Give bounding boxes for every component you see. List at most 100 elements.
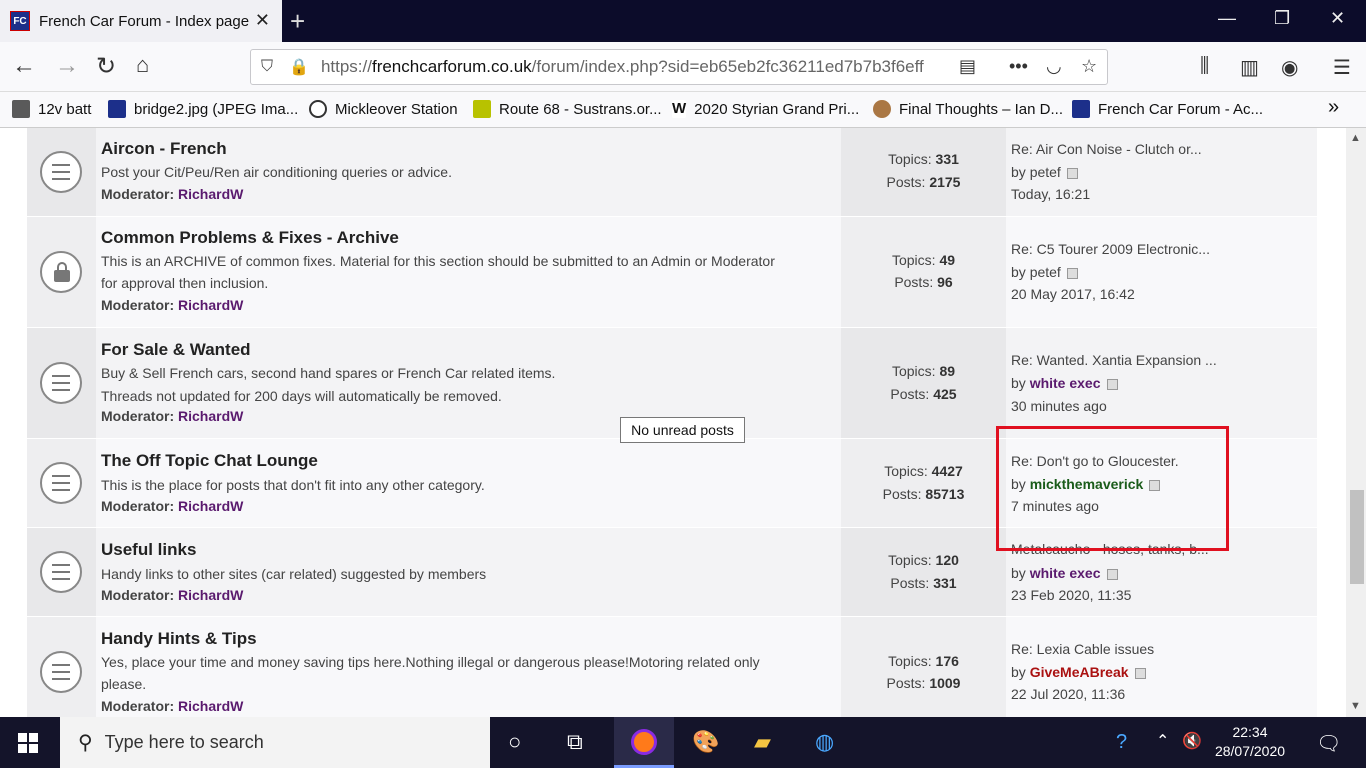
- browser-app-icon[interactable]: ◍: [815, 729, 834, 755]
- back-icon[interactable]: ←: [12, 52, 36, 80]
- reader-view-icon[interactable]: ▤: [959, 56, 976, 77]
- forum-read-icon: [40, 651, 82, 693]
- forum-favicon-icon: [108, 100, 126, 118]
- forum-moderator: Moderator: RichardW: [101, 587, 244, 603]
- moderator-link[interactable]: RichardW: [178, 587, 243, 603]
- bookmark-item[interactable]: Mickleover Station: [309, 100, 458, 118]
- page-scrollbar[interactable]: ▲ ▼: [1346, 128, 1366, 717]
- cortana-icon[interactable]: ○: [508, 729, 521, 755]
- view-latest-post-icon[interactable]: [1134, 667, 1146, 679]
- topics-count: Topics: 176: [888, 653, 959, 669]
- taskbar-clock[interactable]: 22:34 28/07/2020: [1210, 723, 1290, 761]
- scrollbar-thumb[interactable]: [1350, 490, 1364, 584]
- windows-start-icon[interactable]: [18, 733, 38, 753]
- forum-locked-icon: [40, 251, 82, 293]
- user-link[interactable]: white exec: [1030, 375, 1101, 391]
- bookmark-item[interactable]: W 2020 Styrian Grand Pri...: [672, 100, 859, 118]
- bookmark-item[interactable]: Final Thoughts – Ian D...: [873, 100, 1063, 118]
- scroll-up-icon[interactable]: ▲: [1350, 132, 1361, 144]
- bookmark-star-icon[interactable]: ☆: [1081, 56, 1097, 77]
- moderator-link[interactable]: RichardW: [178, 297, 243, 313]
- moderator-link[interactable]: RichardW: [178, 498, 243, 514]
- window-close-icon[interactable]: ✕: [1330, 8, 1345, 29]
- posts-count: Posts: 331: [890, 575, 957, 591]
- volume-muted-icon[interactable]: 🔇: [1182, 731, 1202, 751]
- user-link[interactable]: GiveMeABreak: [1030, 664, 1129, 680]
- last-post-time: 23 Feb 2020, 11:35: [1011, 587, 1132, 603]
- moderator-link[interactable]: RichardW: [178, 186, 243, 202]
- tray-chevron-icon[interactable]: ⌃: [1156, 731, 1169, 751]
- view-latest-post-icon[interactable]: [1066, 167, 1078, 179]
- forum-favicon-icon: FC: [10, 11, 30, 31]
- taskbar-firefox[interactable]: [614, 717, 674, 768]
- sustrans-icon: [473, 100, 491, 118]
- forward-icon[interactable]: →: [55, 52, 79, 80]
- forum-title-link[interactable]: Useful links: [101, 540, 196, 560]
- bookmark-item[interactable]: Route 68 - Sustrans.or...: [473, 100, 662, 118]
- browser-tab[interactable]: FC French Car Forum - Index page ✕: [0, 0, 282, 42]
- lock-icon[interactable]: 🔒: [289, 57, 309, 77]
- minimize-icon[interactable]: —: [1218, 8, 1236, 29]
- posts-count: Posts: 96: [894, 274, 953, 290]
- forum-title-link[interactable]: The Off Topic Chat Lounge: [101, 451, 318, 471]
- forum-description: Buy & Sell French cars, second hand spar…: [101, 365, 556, 381]
- fuel-pump-icon: [12, 100, 30, 118]
- windows-taskbar: ⚲ Type here to search ○ ⧉ 🎨 ▰ ◍ ? ⌃ 🔇 22…: [0, 717, 1366, 768]
- forum-title-link[interactable]: For Sale & Wanted: [101, 340, 251, 360]
- forum-read-icon: [40, 462, 82, 504]
- moderator-link[interactable]: RichardW: [178, 408, 243, 424]
- paint-icon[interactable]: 🎨: [692, 729, 719, 755]
- last-post-subject[interactable]: Re: Wanted. Xantia Expansion ...: [1011, 352, 1217, 368]
- forum-title-link[interactable]: Common Problems & Fixes - Archive: [101, 228, 399, 248]
- task-view-icon[interactable]: ⧉: [567, 729, 583, 755]
- restore-icon[interactable]: ❐: [1274, 8, 1290, 29]
- page-actions-icon[interactable]: •••: [1009, 56, 1028, 77]
- view-latest-post-icon[interactable]: [1106, 568, 1118, 580]
- help-icon[interactable]: ?: [1116, 731, 1127, 754]
- forum-favicon-icon: [1072, 100, 1090, 118]
- bookmark-item[interactable]: bridge2.jpg (JPEG Ima...: [108, 100, 298, 118]
- search-icon: ⚲: [78, 732, 93, 754]
- posts-count: Posts: 2175: [886, 174, 961, 190]
- bookmarks-bar: 12v batt bridge2.jpg (JPEG Ima... Mickle…: [0, 92, 1366, 128]
- user-link[interactable]: petef: [1030, 264, 1061, 280]
- last-post-subject[interactable]: Re: C5 Tourer 2009 Electronic...: [1011, 241, 1210, 257]
- bookmarks-overflow-icon[interactable]: »: [1328, 96, 1339, 119]
- account-icon[interactable]: ◉: [1281, 55, 1298, 80]
- sidebar-icon[interactable]: ▥: [1240, 55, 1259, 80]
- pocket-icon[interactable]: ◡: [1046, 56, 1062, 77]
- bookmark-item[interactable]: 12v batt: [12, 100, 91, 118]
- home-icon[interactable]: ⌂: [136, 52, 149, 78]
- forum-title-link[interactable]: Handy Hints & Tips: [101, 629, 257, 649]
- tab-close-icon[interactable]: ✕: [255, 10, 270, 31]
- moderator-link[interactable]: RichardW: [178, 698, 243, 714]
- wikipedia-icon: W: [672, 100, 687, 118]
- forum-moderator: Moderator: RichardW: [101, 186, 244, 202]
- forum-description: This is the place for posts that don't f…: [101, 477, 485, 493]
- library-icon[interactable]: ⫼: [1200, 55, 1209, 78]
- url-text[interactable]: https://frenchcarforum.co.uk/forum/index…: [321, 57, 941, 77]
- last-post-author: by petef: [1011, 164, 1078, 180]
- file-explorer-icon[interactable]: ▰: [754, 729, 771, 755]
- last-post-subject[interactable]: Re: Lexia Cable issues: [1011, 641, 1154, 657]
- bookmark-item[interactable]: French Car Forum - Ac...: [1072, 100, 1263, 118]
- notifications-icon[interactable]: 🗨: [1316, 731, 1341, 756]
- scroll-down-icon[interactable]: ▼: [1350, 700, 1361, 712]
- view-latest-post-icon[interactable]: [1066, 267, 1078, 279]
- new-tab-icon[interactable]: +: [290, 6, 305, 37]
- last-post-subject[interactable]: Re: Air Con Noise - Clutch or...: [1011, 141, 1202, 157]
- forum-title-link[interactable]: Aircon - French: [101, 139, 227, 159]
- forum-read-icon: [40, 362, 82, 404]
- taskbar-search-box[interactable]: ⚲ Type here to search: [60, 717, 490, 768]
- forum-description: Post your Cit/Peu/Ren air conditioning q…: [101, 164, 452, 180]
- posts-count: Posts: 425: [890, 386, 957, 402]
- posts-count: Posts: 1009: [886, 675, 961, 691]
- user-link[interactable]: white exec: [1030, 565, 1101, 581]
- view-latest-post-icon[interactable]: [1106, 378, 1118, 390]
- reload-icon[interactable]: ↻: [96, 52, 116, 81]
- user-link[interactable]: petef: [1030, 164, 1061, 180]
- tracking-shield-icon[interactable]: ⛉: [261, 58, 273, 76]
- url-bar[interactable]: ⛉ 🔒 https://frenchcarforum.co.uk/forum/i…: [250, 49, 1108, 85]
- topics-count: Topics: 120: [888, 552, 959, 568]
- menu-icon[interactable]: ☰: [1333, 55, 1351, 80]
